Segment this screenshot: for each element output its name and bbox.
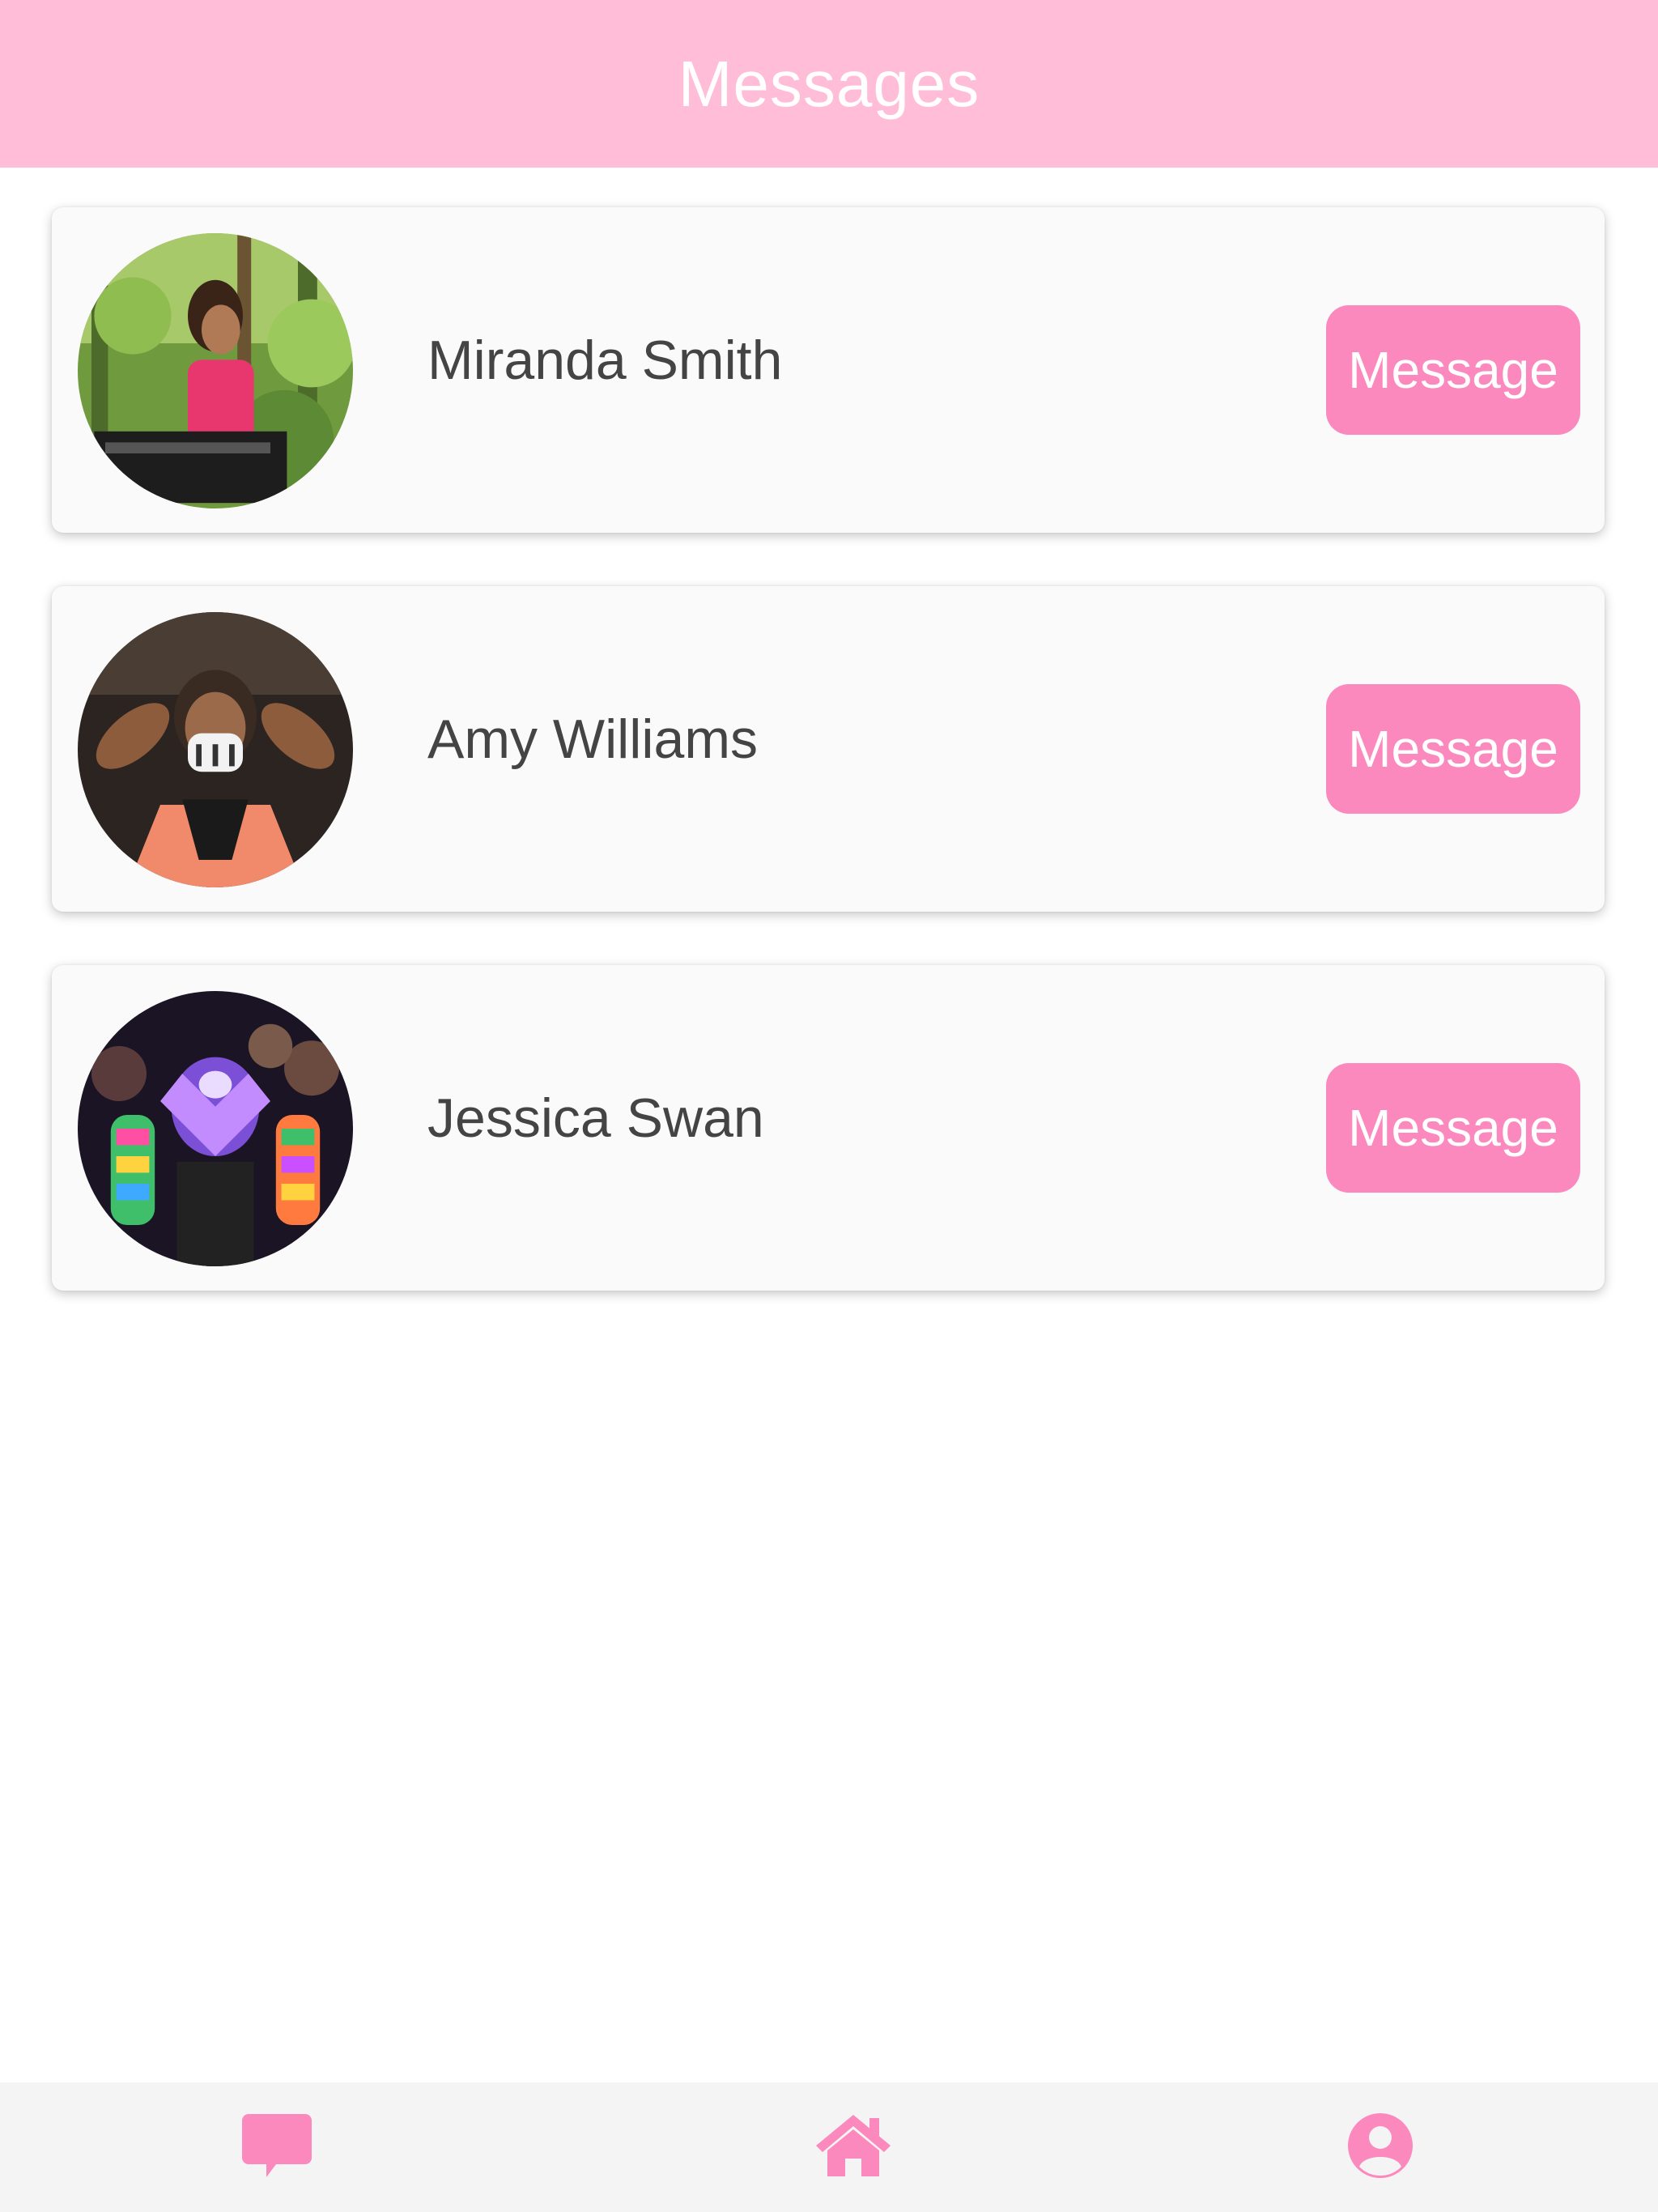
contact-card: Jessica Swan Message bbox=[52, 965, 1605, 1291]
contact-name: Jessica Swan bbox=[427, 1087, 764, 1149]
chat-bubble-icon bbox=[242, 2112, 312, 2183]
user-circle-icon bbox=[1348, 2112, 1413, 2182]
contact-card: Amy Williams Message bbox=[52, 586, 1605, 912]
message-button[interactable]: Message bbox=[1326, 305, 1580, 435]
contact-name: Amy Williams bbox=[427, 708, 758, 770]
contact-card: Miranda Smith Message bbox=[52, 207, 1605, 533]
tab-home[interactable] bbox=[772, 2082, 934, 2212]
bottom-tab-bar bbox=[0, 2082, 1658, 2212]
avatar[interactable] bbox=[78, 991, 353, 1266]
avatar[interactable] bbox=[78, 612, 353, 887]
contact-name: Miranda Smith bbox=[427, 330, 783, 391]
home-icon bbox=[814, 2113, 892, 2182]
app-header: Messages bbox=[0, 0, 1658, 168]
tab-profile[interactable] bbox=[1299, 2082, 1461, 2212]
tab-messages[interactable] bbox=[196, 2082, 358, 2212]
message-button[interactable]: Message bbox=[1326, 684, 1580, 814]
message-button[interactable]: Message bbox=[1326, 1063, 1580, 1193]
page-title: Messages bbox=[678, 47, 980, 120]
avatar[interactable] bbox=[78, 233, 353, 508]
